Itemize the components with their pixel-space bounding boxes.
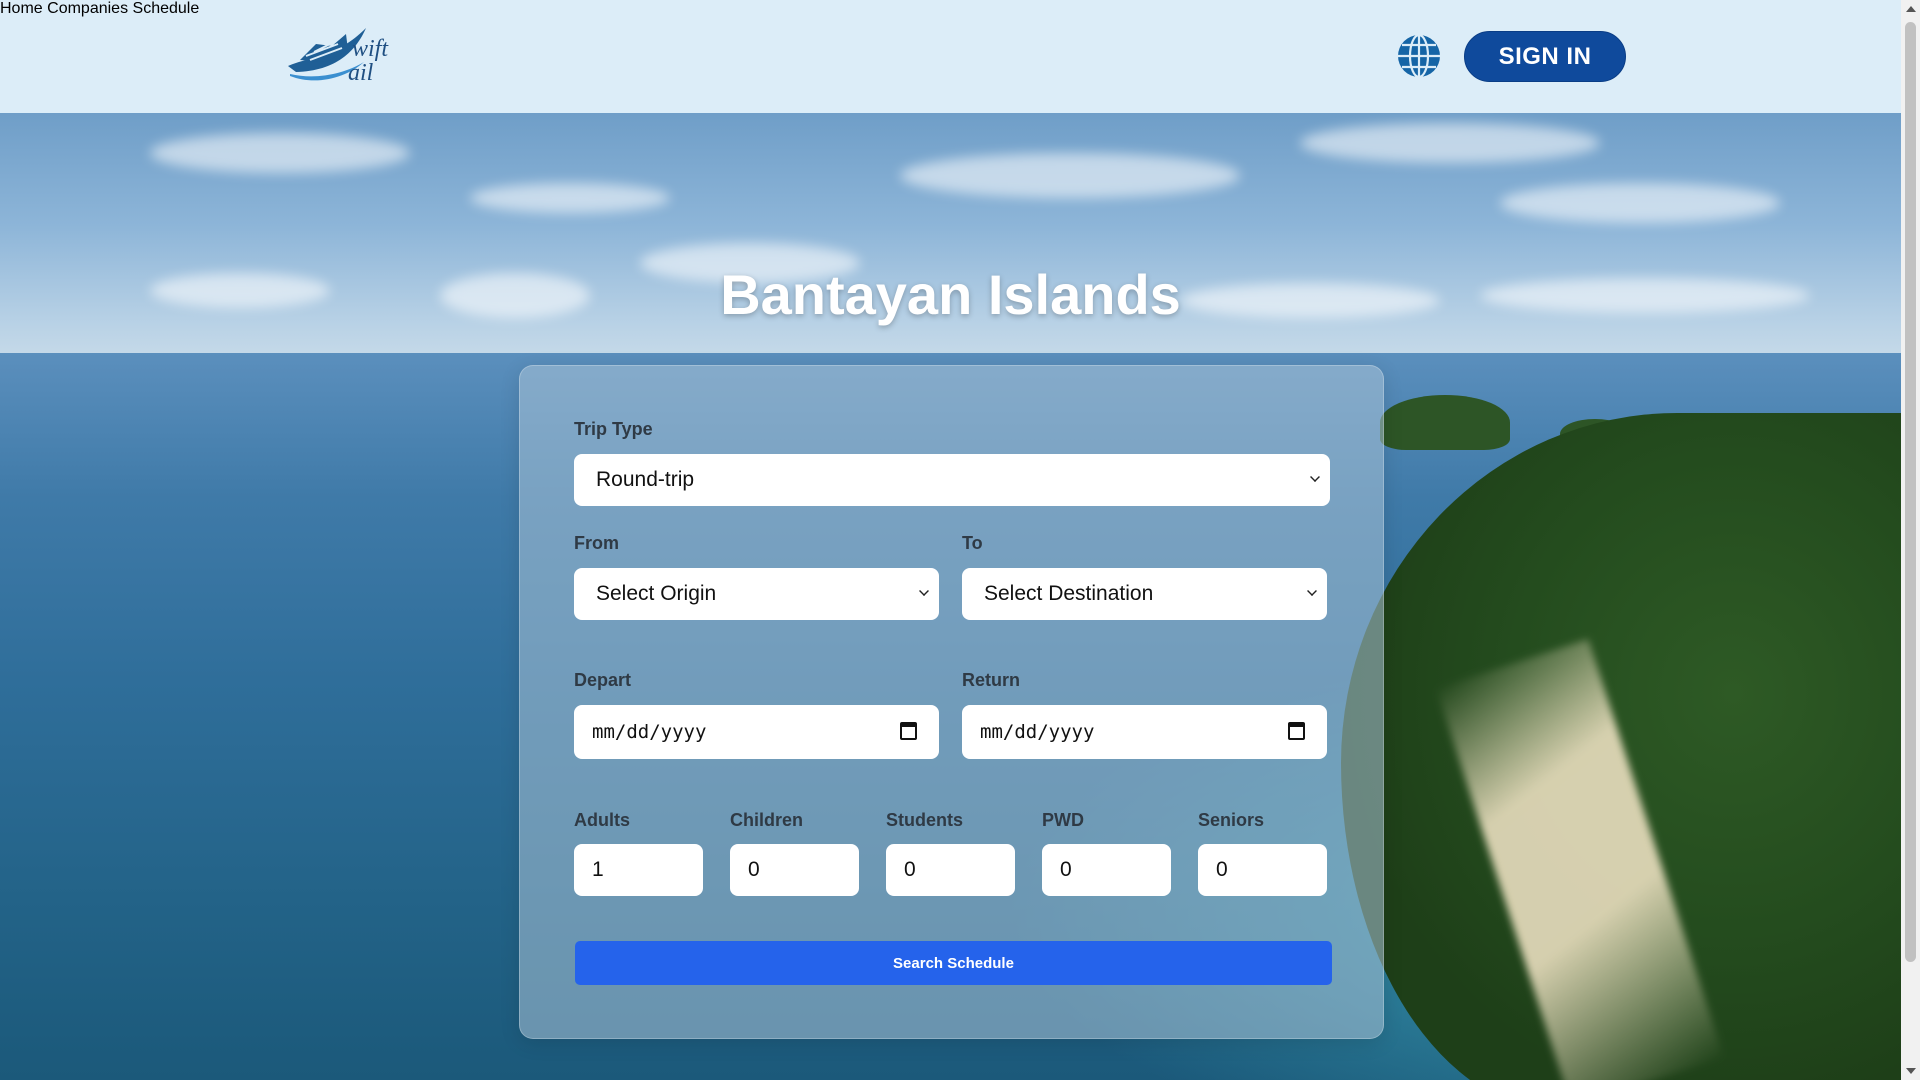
cloud <box>1300 123 1600 163</box>
depart-label: Depart <box>574 670 632 690</box>
from-label: From <box>574 533 619 553</box>
depart-date-value: mm/dd/yyyy <box>592 721 707 743</box>
chevron-down-icon <box>919 586 929 596</box>
pwd-input[interactable]: 0 <box>1042 844 1171 896</box>
vertical-scrollbar[interactable] <box>1901 0 1920 1080</box>
top-header: wift ail Home Companies Schedule SIGN IN <box>0 0 1901 113</box>
calendar-icon[interactable] <box>1288 722 1305 740</box>
search-schedule-button[interactable]: Search Schedule <box>575 941 1332 985</box>
search-form-card: Trip Type Round-trip From Select Origin … <box>519 365 1384 1039</box>
students-input[interactable]: 0 <box>886 844 1015 896</box>
children-label: Children <box>730 810 804 830</box>
chevron-down-icon <box>1310 472 1320 482</box>
globe-icon[interactable] <box>1396 33 1442 79</box>
return-label: Return <box>962 670 1020 690</box>
adults-label: Adults <box>574 810 630 830</box>
distant-island <box>1380 395 1510 450</box>
origin-value: Select Origin <box>596 582 717 605</box>
trip-type-select[interactable]: Round-trip <box>574 454 1330 506</box>
logo-text-top: wift <box>352 36 389 62</box>
destination-value: Select Destination <box>984 582 1154 605</box>
to-label: To <box>962 533 983 553</box>
nav-schedule[interactable]: Schedule <box>133 0 200 17</box>
pwd-label: PWD <box>1042 810 1084 830</box>
origin-select[interactable]: Select Origin <box>574 568 939 620</box>
return-date-input[interactable]: mm/dd/yyyy <box>962 705 1327 759</box>
calendar-icon[interactable] <box>900 722 917 740</box>
scroll-up-icon[interactable] <box>1906 6 1916 12</box>
seniors-label: Seniors <box>1198 810 1265 830</box>
trip-type-label: Trip Type <box>574 419 653 439</box>
destination-select[interactable]: Select Destination <box>962 568 1327 620</box>
children-input[interactable]: 0 <box>730 844 859 896</box>
sign-in-button[interactable]: SIGN IN <box>1464 31 1626 82</box>
trip-type-value: Round-trip <box>596 468 695 491</box>
cloud <box>150 133 410 173</box>
chevron-down-icon <box>1307 586 1317 596</box>
swift-sail-logo[interactable]: wift ail <box>286 16 416 86</box>
nav-companies[interactable]: Companies <box>47 0 128 17</box>
depart-date-input[interactable]: mm/dd/yyyy <box>574 705 939 759</box>
adults-input[interactable]: 1 <box>574 844 703 896</box>
cloud <box>1500 183 1780 223</box>
return-date-value: mm/dd/yyyy <box>980 721 1095 743</box>
students-label: Students <box>886 810 964 830</box>
logo-text-bottom: ail <box>348 60 374 86</box>
seniors-input[interactable]: 0 <box>1198 844 1327 896</box>
cloud <box>470 183 670 213</box>
scroll-down-icon[interactable] <box>1906 1068 1916 1074</box>
scrollbar-thumb[interactable] <box>1905 22 1916 962</box>
page-title: Bantayan Islands <box>720 263 1181 326</box>
nav-home[interactable]: Home <box>0 0 43 17</box>
cloud <box>900 153 1240 198</box>
